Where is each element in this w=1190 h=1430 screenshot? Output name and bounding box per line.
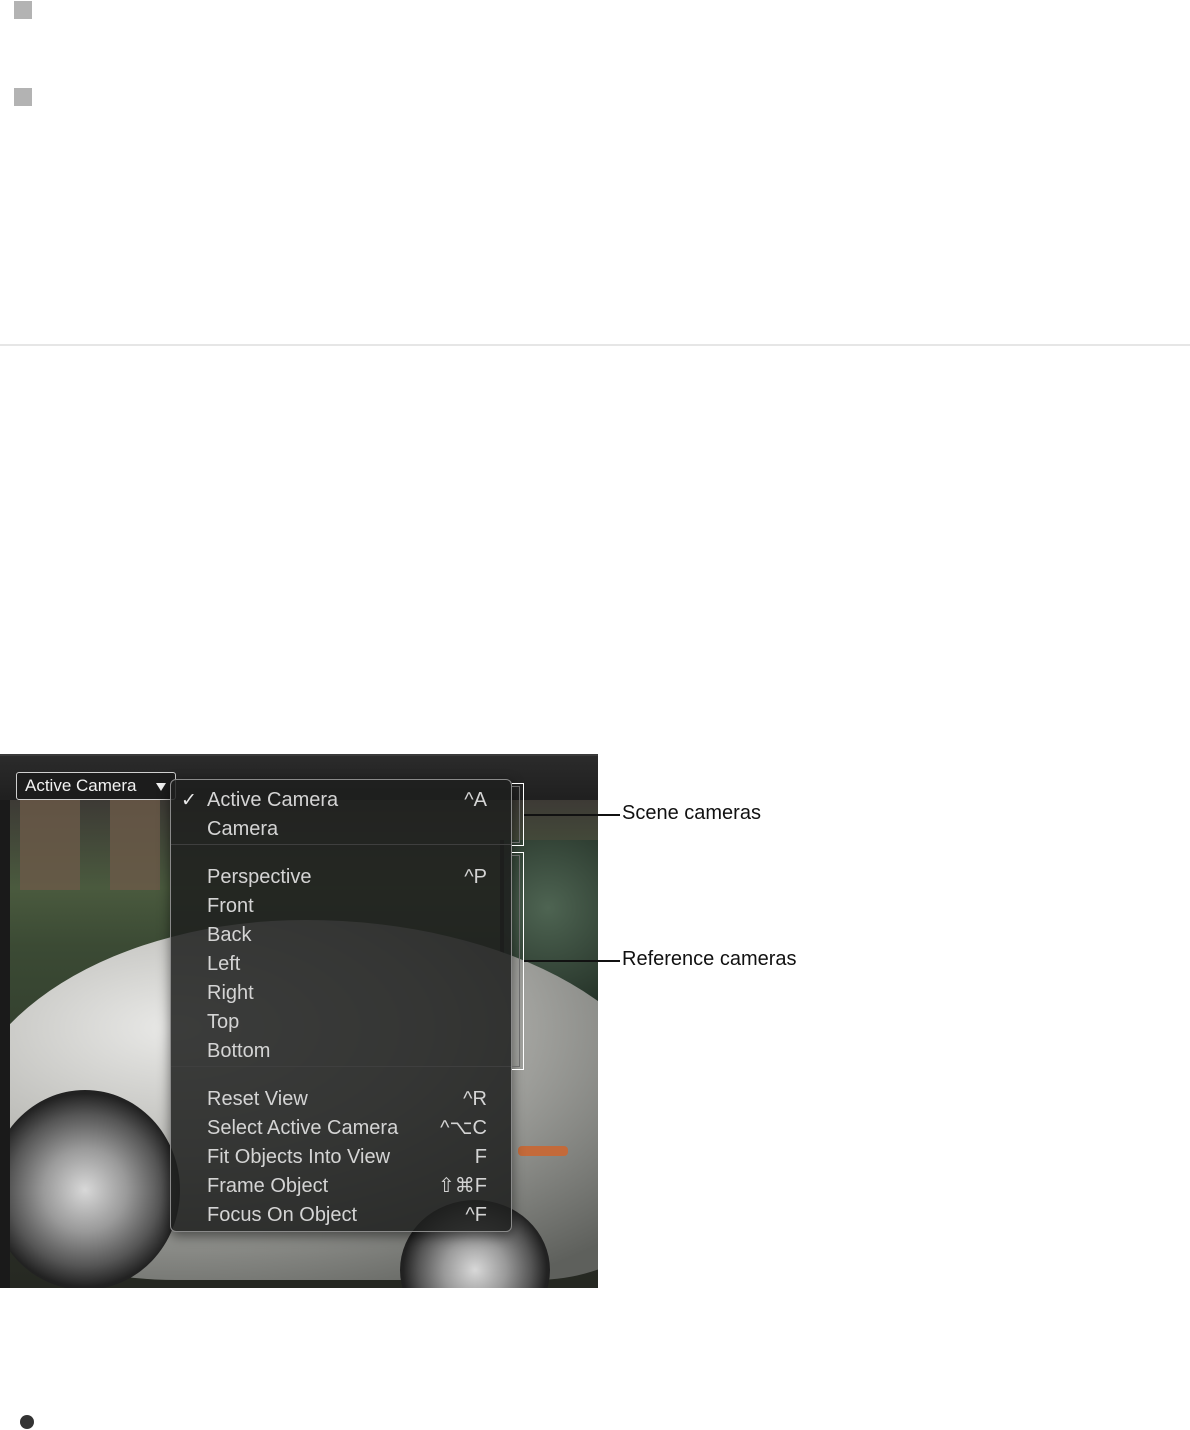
menu-item-shortcut: ^P — [464, 866, 487, 888]
scene-cameras-leader — [524, 814, 620, 816]
divider — [0, 344, 1190, 346]
menu-item-label: Active Camera — [207, 789, 339, 811]
reference-cameras-label: Reference cameras — [622, 948, 797, 970]
menu-item-fit-objects-into-view[interactable]: Fit Objects Into View F — [171, 1143, 511, 1172]
menu-item-shortcut: ^F — [465, 1204, 487, 1226]
menu-item-label: Back — [207, 924, 252, 946]
menu-item-label: Perspective — [207, 866, 312, 888]
menu-item-focus-on-object[interactable]: Focus On Object ^F — [171, 1201, 511, 1230]
camera-popup-label: Active Camera — [25, 776, 137, 795]
menu-item-shortcut: ^R — [463, 1088, 487, 1110]
menu-item-active-camera[interactable]: ✓ Active Camera ^A — [171, 786, 511, 815]
menu-item-top[interactable]: Top — [171, 1008, 511, 1037]
menu-item-label: Top — [207, 1011, 240, 1033]
menu-item-label: Left — [207, 953, 241, 975]
menu-item-front[interactable]: Front — [171, 892, 511, 921]
camera-popup-button[interactable]: Active Camera — [16, 772, 176, 800]
menu-item-label: Frame Object — [207, 1175, 329, 1197]
menu-separator — [171, 844, 511, 845]
list-marker-square-1 — [14, 1, 32, 19]
menu-item-left[interactable]: Left — [171, 950, 511, 979]
scene-cameras-label: Scene cameras — [622, 802, 761, 824]
menu-item-label: Reset View — [207, 1088, 308, 1110]
checkmark-icon: ✓ — [181, 790, 197, 811]
menu-item-select-active-camera[interactable]: Select Active Camera ^⌥C — [171, 1114, 511, 1143]
menu-separator — [171, 1066, 511, 1067]
reference-cameras-leader — [524, 960, 620, 962]
menu-item-frame-object[interactable]: Frame Object ⇧⌘F — [171, 1172, 511, 1201]
menu-item-perspective[interactable]: Perspective ^P — [171, 863, 511, 892]
menu-item-label: Focus On Object — [207, 1204, 358, 1226]
menu-item-shortcut: ⇧⌘F — [438, 1175, 487, 1197]
menu-item-shortcut: F — [474, 1146, 487, 1168]
camera-menu: ✓ Active Camera ^A Camera Perspective ^P Front… — [170, 779, 512, 1232]
reference-cameras-bracket-inner — [512, 855, 520, 1067]
menu-item-label: Right — [207, 982, 254, 1004]
menu-item-right[interactable]: Right — [171, 979, 511, 1008]
menu-item-bottom[interactable]: Bottom — [171, 1037, 511, 1066]
menu-item-camera[interactable]: Camera — [171, 815, 511, 844]
menu-item-label: Select Active Camera — [207, 1117, 399, 1139]
list-marker-square-2 — [14, 88, 32, 106]
menu-item-label: Camera — [207, 818, 279, 840]
menu-item-shortcut: ^⌥C — [440, 1117, 487, 1139]
bullet-point — [20, 1415, 34, 1429]
menu-item-label: Fit Objects Into View — [207, 1146, 391, 1168]
scene-cameras-bracket-inner — [512, 786, 520, 843]
menu-item-label: Front — [207, 895, 254, 917]
triangle-down-icon — [156, 783, 166, 791]
menu-item-reset-view[interactable]: Reset View ^R — [171, 1085, 511, 1114]
menu-item-label: Bottom — [207, 1040, 271, 1062]
menu-item-shortcut: ^A — [464, 789, 487, 811]
menu-item-back[interactable]: Back — [171, 921, 511, 950]
